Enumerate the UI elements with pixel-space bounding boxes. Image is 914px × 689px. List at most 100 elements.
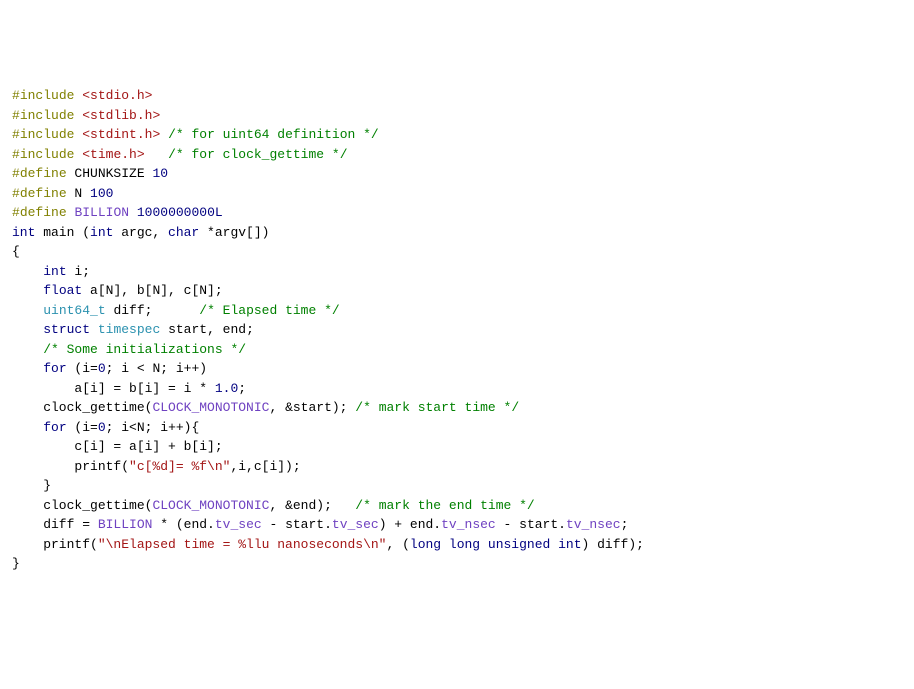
code-token: *argv[])	[199, 225, 269, 240]
code-token: timespec	[98, 322, 160, 337]
code-token	[12, 264, 43, 279]
code-token: char	[168, 225, 199, 240]
code-token: , &end);	[269, 498, 355, 513]
code-token: ;	[621, 517, 629, 532]
code-line: }	[12, 554, 902, 574]
code-token: /* for clock_gettime */	[168, 147, 347, 162]
code-line: printf("c[%d]= %f\n",i,c[i]);	[12, 457, 902, 477]
code-token: 1000000000L	[137, 205, 223, 220]
code-token: clock_gettime(	[12, 400, 152, 415]
code-token: #	[12, 166, 20, 181]
code-token	[12, 420, 43, 435]
code-line: a[i] = b[i] = i * 1.0;	[12, 379, 902, 399]
code-token: #	[12, 127, 20, 142]
code-token	[12, 342, 43, 357]
code-token	[12, 283, 43, 298]
code-line: int main (int argc, char *argv[])	[12, 223, 902, 243]
code-token: include	[20, 127, 75, 142]
code-token: ; i<N; i++){	[106, 420, 200, 435]
code-token: BILLION	[98, 517, 153, 532]
code-line: uint64_t diff; /* Elapsed time */	[12, 301, 902, 321]
code-line: #define CHUNKSIZE 10	[12, 164, 902, 184]
code-token: /* Elapsed time */	[199, 303, 339, 318]
code-token: tv_nsec	[441, 517, 496, 532]
code-token: }	[12, 478, 51, 493]
code-token: start, end;	[160, 322, 254, 337]
code-token: struct	[43, 322, 90, 337]
code-token: (i=	[67, 420, 98, 435]
code-token: float	[43, 283, 82, 298]
code-token: int	[43, 264, 66, 279]
code-token: 0	[98, 361, 106, 376]
code-token: 0	[98, 420, 106, 435]
code-token: include	[20, 88, 75, 103]
code-token: /* mark the end time */	[355, 498, 534, 513]
code-token	[12, 361, 43, 376]
code-token: int	[12, 225, 35, 240]
code-line: }	[12, 476, 902, 496]
code-token: /* for uint64 definition */	[168, 127, 379, 142]
code-line: struct timespec start, end;	[12, 320, 902, 340]
code-token: CLOCK_MONOTONIC	[152, 400, 269, 415]
code-token: /* Some initializations */	[43, 342, 246, 357]
code-token: }	[12, 556, 20, 571]
code-token: * (end.	[152, 517, 214, 532]
code-token: <stdint.h>	[82, 127, 160, 142]
code-line: clock_gettime(CLOCK_MONOTONIC, &end); /*…	[12, 496, 902, 516]
code-token: define	[20, 205, 67, 220]
code-token: <stdio.h>	[82, 88, 152, 103]
code-token: ,i,c[i]);	[230, 459, 300, 474]
code-token: , (	[386, 537, 409, 552]
code-token: ;	[238, 381, 246, 396]
code-token: - start.	[262, 517, 332, 532]
code-line: #define N 100	[12, 184, 902, 204]
code-token: <stdlib.h>	[82, 108, 160, 123]
code-token	[129, 205, 137, 220]
code-token: for	[43, 420, 66, 435]
code-token: #	[12, 88, 20, 103]
code-token: int	[90, 225, 113, 240]
code-token: , &start);	[269, 400, 355, 415]
code-token: for	[43, 361, 66, 376]
code-token	[160, 127, 168, 142]
code-token: #	[12, 147, 20, 162]
code-token: - start.	[496, 517, 566, 532]
code-line: c[i] = a[i] + b[i];	[12, 437, 902, 457]
code-token: printf(	[12, 537, 98, 552]
code-token: <time.h>	[82, 147, 144, 162]
code-line: printf("\nElapsed time = %llu nanosecond…	[12, 535, 902, 555]
code-token: include	[20, 108, 75, 123]
code-token: i;	[67, 264, 90, 279]
code-token: "\nElapsed time = %llu nanoseconds\n"	[98, 537, 387, 552]
code-token: uint64_t	[43, 303, 105, 318]
code-token: printf(	[12, 459, 129, 474]
code-token: a[N], b[N], c[N];	[82, 283, 222, 298]
code-token: {	[12, 244, 20, 259]
code-block: #include <stdio.h>#include <stdlib.h>#in…	[12, 86, 902, 574]
code-token: ; i < N; i++)	[106, 361, 207, 376]
code-line: {	[12, 242, 902, 262]
code-token: 1.0	[215, 381, 238, 396]
code-line: int i;	[12, 262, 902, 282]
code-token: ) + end.	[379, 517, 441, 532]
code-token: #	[12, 108, 20, 123]
code-token: /* mark start time */	[355, 400, 519, 415]
code-token: tv_nsec	[566, 517, 621, 532]
code-line: for (i=0; i < N; i++)	[12, 359, 902, 379]
code-token: diff;	[106, 303, 200, 318]
code-token: 100	[90, 186, 113, 201]
code-token: #	[12, 205, 20, 220]
code-token	[12, 322, 43, 337]
code-line: #define BILLION 1000000000L	[12, 203, 902, 223]
code-line: #include <time.h> /* for clock_gettime *…	[12, 145, 902, 165]
code-line: #include <stdint.h> /* for uint64 defini…	[12, 125, 902, 145]
code-token: tv_sec	[215, 517, 262, 532]
code-token: diff =	[12, 517, 98, 532]
code-token: #	[12, 186, 20, 201]
code-line: #include <stdlib.h>	[12, 106, 902, 126]
code-token: include	[20, 147, 75, 162]
code-token: CLOCK_MONOTONIC	[152, 498, 269, 513]
code-token: clock_gettime(	[12, 498, 152, 513]
code-line: clock_gettime(CLOCK_MONOTONIC, &start); …	[12, 398, 902, 418]
code-token: c[i] = a[i] + b[i];	[12, 439, 223, 454]
